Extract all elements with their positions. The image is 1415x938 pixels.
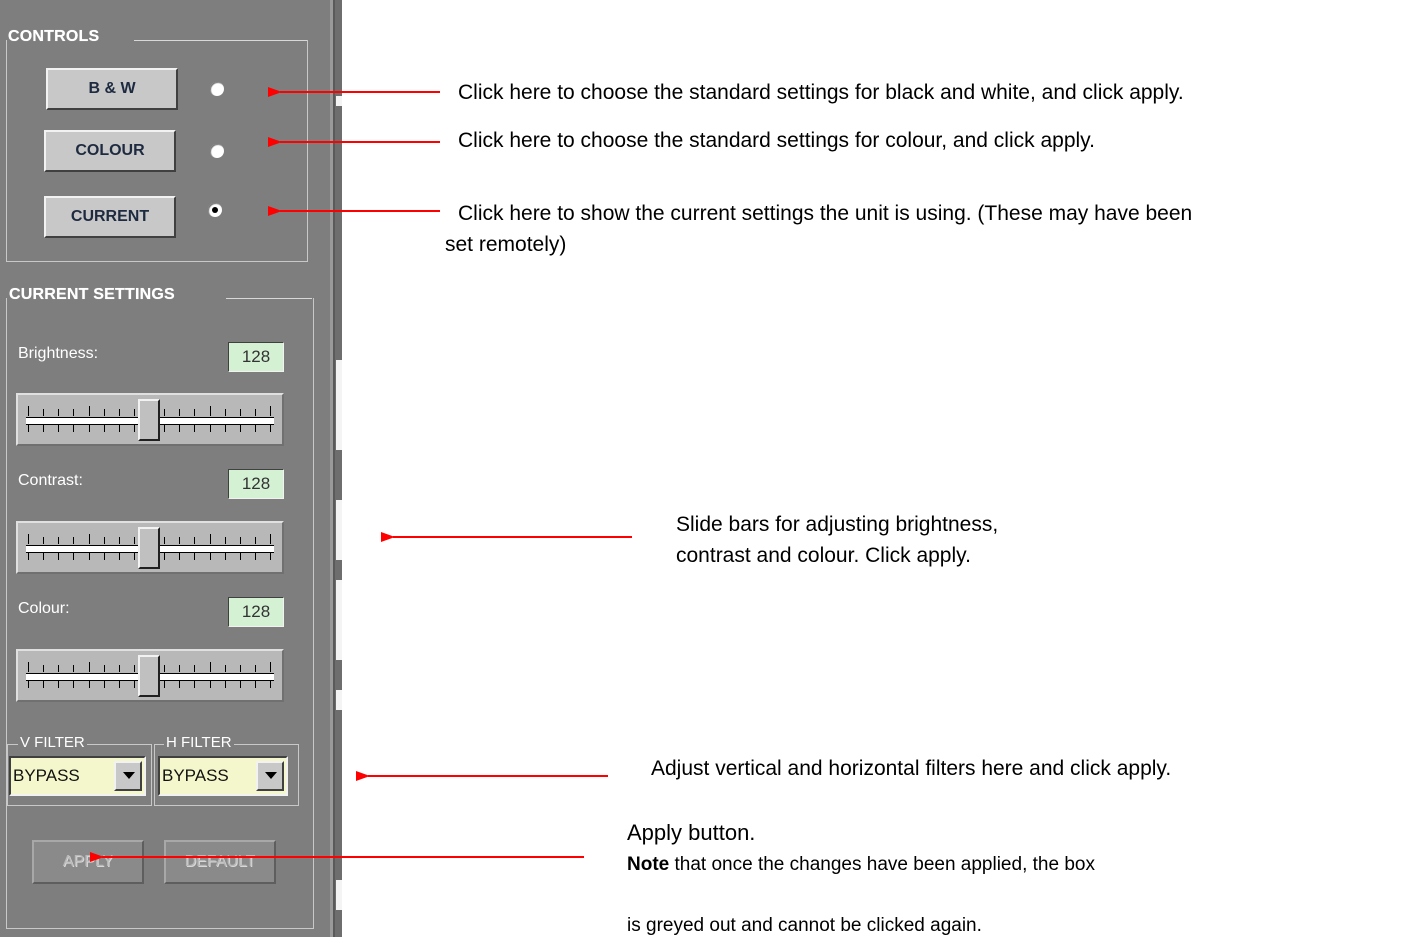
annotation-current-line1: Click here to show the current settings … bbox=[458, 202, 1193, 225]
annotation-note-bold: Note bbox=[627, 854, 670, 875]
annotation-current-line2: set remotely) bbox=[445, 233, 567, 256]
annotation-colour: Click here to choose the standard settin… bbox=[458, 129, 1095, 152]
annotation-bw: Click here to choose the standard settin… bbox=[458, 81, 1184, 104]
annotation-filters: Adjust vertical and horizontal filters h… bbox=[651, 757, 1172, 780]
annotation-apply-title: Apply button. bbox=[627, 820, 756, 845]
annotation-apply-note-line1: Note that once the changes have been app… bbox=[627, 853, 1095, 877]
annotation-apply-note-line2: is greyed out and cannot be clicked agai… bbox=[627, 915, 982, 936]
annotation-sliders-line1: Slide bars for adjusting brightness, bbox=[676, 513, 999, 536]
annotation-note-rest: that once the changes have been applied,… bbox=[669, 854, 1095, 875]
annotation-sliders-line2: contrast and colour. Click apply. bbox=[676, 544, 971, 567]
